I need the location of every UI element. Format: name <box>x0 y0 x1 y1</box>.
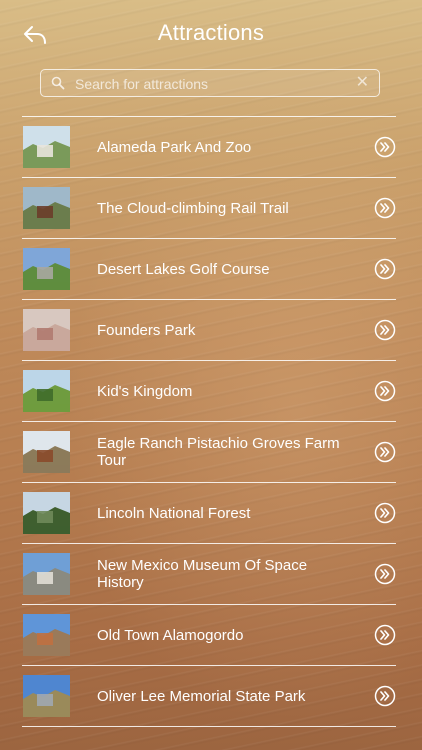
double-chevron-right-icon[interactable] <box>374 563 396 585</box>
double-chevron-right-icon[interactable] <box>374 197 396 219</box>
list-item[interactable]: Oliver Lee Memorial State Park <box>22 666 396 727</box>
list-item[interactable]: Kid's Kingdom <box>22 361 396 422</box>
attraction-name: Kid's Kingdom <box>97 382 193 400</box>
attraction-name: New Mexico Museum Of Space History <box>97 557 308 591</box>
double-chevron-right-icon[interactable] <box>374 441 396 463</box>
double-chevron-right-icon[interactable] <box>374 685 396 707</box>
double-chevron-right-icon[interactable] <box>374 502 396 524</box>
search-input[interactable] <box>73 72 347 96</box>
list-item[interactable]: Desert Lakes Golf Course <box>22 239 396 300</box>
page-title: Attractions <box>157 20 265 45</box>
attraction-thumbnail <box>23 126 70 168</box>
attraction-thumbnail <box>23 370 70 412</box>
attraction-thumbnail <box>23 248 70 290</box>
attraction-name: Oliver Lee Memorial State Park <box>97 687 306 705</box>
attraction-thumbnail <box>23 614 70 656</box>
attraction-name: Founders Park <box>97 321 196 339</box>
attraction-thumbnail <box>23 675 70 717</box>
list-item[interactable]: Old Town Alamogordo <box>22 605 396 666</box>
attraction-thumbnail <box>23 187 70 229</box>
search-bar[interactable]: ✕ <box>40 69 380 97</box>
header: Attractions <box>0 0 422 68</box>
double-chevron-right-icon[interactable] <box>374 136 396 158</box>
clear-icon[interactable]: ✕ <box>356 74 369 92</box>
list-item[interactable]: Alameda Park And Zoo <box>22 117 396 178</box>
attraction-thumbnail <box>23 431 70 473</box>
attraction-thumbnail <box>23 492 70 534</box>
list-item[interactable]: Eagle Ranch Pistachio Groves Farm Tour <box>22 422 396 483</box>
attraction-name: Old Town Alamogordo <box>97 626 244 644</box>
double-chevron-right-icon[interactable] <box>374 258 396 280</box>
attraction-name: The Cloud-climbing Rail Trail <box>97 199 289 217</box>
list-item[interactable]: The Cloud-climbing Rail Trail <box>22 178 396 239</box>
list-item[interactable]: Founders Park <box>22 300 396 361</box>
attractions-list: Alameda Park And Zoo The Cloud-climbing R… <box>22 116 396 727</box>
double-chevron-right-icon[interactable] <box>374 380 396 402</box>
list-item[interactable]: Lincoln National Forest <box>22 483 396 544</box>
double-chevron-right-icon[interactable] <box>374 624 396 646</box>
attraction-thumbnail <box>23 309 70 351</box>
double-chevron-right-icon[interactable] <box>374 319 396 341</box>
attraction-thumbnail <box>23 553 70 595</box>
attraction-name: Alameda Park And Zoo <box>97 138 252 156</box>
attraction-name: Eagle Ranch Pistachio Groves Farm Tour <box>97 435 340 469</box>
search-icon <box>51 76 65 90</box>
list-item[interactable]: New Mexico Museum Of Space History <box>22 544 396 605</box>
attraction-name: Lincoln National Forest <box>97 504 251 522</box>
attraction-name: Desert Lakes Golf Course <box>97 260 270 278</box>
